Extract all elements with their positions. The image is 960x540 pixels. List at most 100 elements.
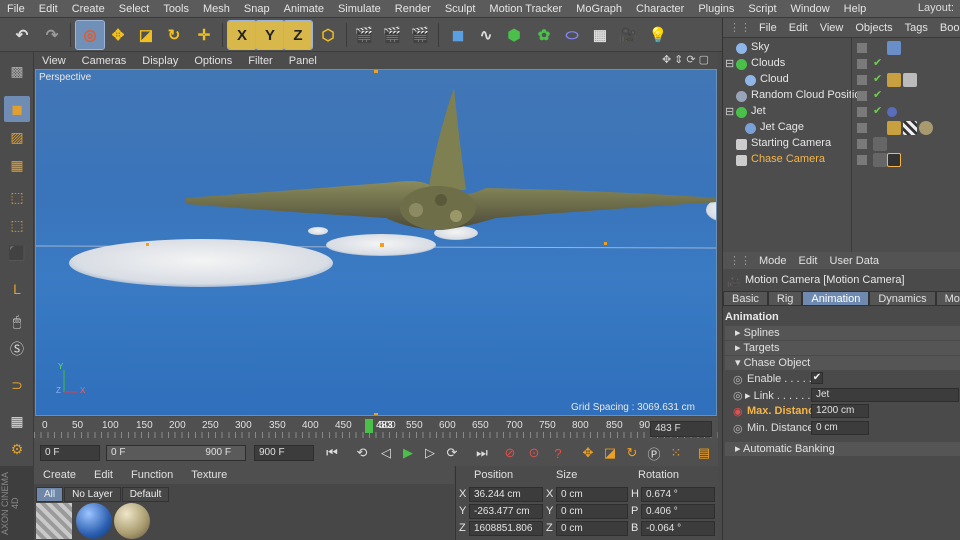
- visibility-dots[interactable]: [857, 123, 867, 133]
- visibility-dots[interactable]: [857, 59, 867, 69]
- rotate-tool-icon[interactable]: ↻: [160, 21, 188, 49]
- size-z-field[interactable]: 0 cm: [556, 521, 628, 536]
- object-row-starting-camera[interactable]: Starting Camera: [723, 136, 960, 152]
- tag-icon[interactable]: [873, 153, 887, 167]
- end-frame-field[interactable]: 900 F: [254, 445, 314, 461]
- move-tool-icon[interactable]: ✥: [104, 21, 132, 49]
- current-frame-field[interactable]: 483 F: [650, 421, 712, 437]
- enabled-check-icon[interactable]: ✔: [873, 104, 882, 117]
- timeline-window-icon[interactable]: ▤: [694, 444, 714, 462]
- transform-tool-icon[interactable]: ✛: [190, 21, 218, 49]
- keyframe-selection-icon[interactable]: ?: [548, 444, 568, 462]
- menu-select[interactable]: Select: [112, 3, 157, 15]
- undo-icon[interactable]: ↶: [8, 21, 36, 49]
- material-tag-icon[interactable]: [887, 41, 901, 55]
- material-menu-create[interactable]: Create: [34, 469, 85, 481]
- viewport-menu-options[interactable]: Options: [186, 55, 240, 67]
- next-key-icon[interactable]: ⟳: [442, 444, 462, 462]
- point-level-icon[interactable]: ⁙: [666, 444, 686, 462]
- points-mode-icon[interactable]: ⬚: [4, 184, 30, 210]
- previous-frame-icon[interactable]: ◁: [376, 444, 396, 462]
- material-menu-texture[interactable]: Texture: [182, 469, 236, 481]
- light-icon[interactable]: 💡: [644, 21, 672, 49]
- tweak-mode-icon[interactable]: 🖱: [4, 308, 30, 334]
- enabled-check-icon[interactable]: ✔: [873, 72, 882, 85]
- previous-key-icon[interactable]: ⟲: [352, 444, 372, 462]
- visibility-dots[interactable]: [857, 43, 867, 53]
- max-distance-field[interactable]: 1200 cm: [811, 404, 869, 418]
- floor-icon[interactable]: ▦: [586, 21, 614, 49]
- texture-tag-icon[interactable]: [903, 73, 917, 87]
- visibility-dots[interactable]: [857, 91, 867, 101]
- collapse-icon[interactable]: ⊟: [725, 57, 734, 70]
- spline-pen-icon[interactable]: ∿: [472, 21, 500, 49]
- position-x-field[interactable]: 36.244 cm: [469, 487, 543, 502]
- material-thumbnail[interactable]: [76, 503, 112, 539]
- position-y-field[interactable]: -263.477 cm: [469, 504, 543, 519]
- group-automatic-banking[interactable]: ▸ Automatic Banking: [725, 442, 960, 456]
- x-axis-lock-button[interactable]: X: [227, 20, 257, 50]
- preview-range-slider[interactable]: 0 F 900 F: [106, 445, 246, 461]
- viewport-menu-cameras[interactable]: Cameras: [74, 55, 135, 67]
- material-tag-icon[interactable]: [919, 121, 933, 135]
- coordinate-system-icon[interactable]: ⬡: [314, 21, 342, 49]
- edges-mode-icon[interactable]: ⬚: [4, 212, 30, 238]
- menu-sculpt[interactable]: Sculpt: [438, 3, 483, 15]
- scale-tool-icon[interactable]: ◪: [132, 21, 160, 49]
- material-menu-function[interactable]: Function: [122, 469, 182, 481]
- animate-dot-icon[interactable]: ◎: [733, 389, 743, 402]
- texture-mode-icon[interactable]: ▨: [4, 124, 30, 150]
- render-picture-viewer-icon[interactable]: 🎬: [378, 21, 406, 49]
- menu-render[interactable]: Render: [388, 3, 438, 15]
- group-splines[interactable]: ▸ Splines: [725, 326, 960, 340]
- y-axis-lock-button[interactable]: Y: [255, 20, 285, 50]
- rotation-p-field[interactable]: 0.406 °: [641, 504, 715, 519]
- viewport-menu-display[interactable]: Display: [134, 55, 186, 67]
- size-x-field[interactable]: 0 cm: [556, 487, 628, 502]
- parameter-key-icon[interactable]: Ⓟ: [644, 444, 664, 462]
- menu-script[interactable]: Script: [741, 3, 783, 15]
- menu-mograph[interactable]: MoGraph: [569, 3, 629, 15]
- material-menu-edit[interactable]: Edit: [85, 469, 122, 481]
- tag-icon[interactable]: [887, 107, 897, 117]
- cube-object-icon[interactable]: ◼: [444, 21, 472, 49]
- render-view-icon[interactable]: 🎬: [350, 21, 378, 49]
- visibility-dots[interactable]: [857, 139, 867, 149]
- polygons-mode-icon[interactable]: ⬛: [4, 240, 30, 266]
- group-targets[interactable]: ▸ Targets: [725, 341, 960, 355]
- position-key-icon[interactable]: ✥: [578, 444, 598, 462]
- menu-plugins[interactable]: Plugins: [691, 3, 741, 15]
- objects-menu-objects[interactable]: Objects: [849, 22, 898, 34]
- attr-menu-edit[interactable]: Edit: [793, 255, 824, 267]
- rotation-b-field[interactable]: -0.064 °: [641, 521, 715, 536]
- tag-icon[interactable]: [887, 73, 901, 87]
- group-chase-object[interactable]: ▾ Chase Object: [725, 356, 960, 370]
- enabled-check-icon[interactable]: ✔: [873, 88, 882, 101]
- objects-menu-tags[interactable]: Tags: [899, 22, 934, 34]
- object-row-cloud[interactable]: Cloud ✔: [723, 72, 960, 88]
- menu-character[interactable]: Character: [629, 3, 691, 15]
- live-selection-icon[interactable]: ◎: [75, 20, 105, 50]
- checker-tag-icon[interactable]: [903, 121, 917, 135]
- axis-mode-icon[interactable]: L: [4, 276, 30, 302]
- animate-dot-icon[interactable]: ◎: [733, 422, 743, 435]
- viewport-menu-panel[interactable]: Panel: [281, 55, 325, 67]
- animate-dot-icon[interactable]: ◎: [733, 373, 743, 386]
- workplane-lock-icon[interactable]: ▦: [4, 408, 30, 434]
- camera-icon[interactable]: 🎥: [614, 21, 642, 49]
- menu-help[interactable]: Help: [837, 3, 874, 15]
- menu-file[interactable]: File: [0, 3, 32, 15]
- object-row-jet[interactable]: ⊟ Jet ✔: [723, 104, 960, 120]
- rotation-h-field[interactable]: 0.674 °: [641, 487, 715, 502]
- tab-no-layer[interactable]: No Layer: [64, 487, 121, 502]
- menu-snap[interactable]: Snap: [237, 3, 277, 15]
- render-settings-icon[interactable]: 🎬: [406, 21, 434, 49]
- object-row-jet-cage[interactable]: Jet Cage: [723, 120, 960, 136]
- viewport-menu-filter[interactable]: Filter: [240, 55, 280, 67]
- object-row-chase-camera[interactable]: Chase Camera: [723, 152, 960, 168]
- attr-menu-user-data[interactable]: User Data: [824, 255, 886, 267]
- menu-window[interactable]: Window: [784, 3, 837, 15]
- tab-all[interactable]: All: [36, 487, 64, 502]
- cloner-icon[interactable]: ✿: [530, 21, 558, 49]
- position-z-field[interactable]: 1608851.806: [469, 521, 543, 536]
